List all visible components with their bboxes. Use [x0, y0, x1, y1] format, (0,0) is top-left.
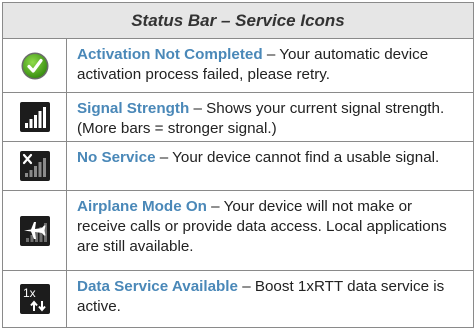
service-icons-table: Status Bar – Service Icons Activation No…: [2, 2, 474, 328]
icon-cell: 1x: [3, 271, 67, 327]
row-term: Airplane Mode On: [77, 198, 207, 215]
row-separator: –: [262, 46, 280, 63]
icon-cell: [3, 93, 67, 141]
row-separator: –: [189, 100, 207, 117]
icon-cell: [3, 142, 67, 190]
data-service-icon-label: 1x: [23, 286, 36, 300]
row-description: No Service – Your device cannot find a u…: [67, 142, 473, 190]
table-row: Signal Strength – Shows your current sig…: [3, 93, 473, 142]
row-term: No Service: [77, 149, 156, 166]
icon-cell: [3, 191, 67, 270]
row-description: Airplane Mode On – Your device will not …: [67, 191, 473, 270]
row-term: Signal Strength: [77, 100, 190, 117]
row-term: Data Service Available: [77, 278, 238, 295]
signal-strength-icon: [19, 102, 50, 132]
activation-check-icon: [21, 52, 48, 79]
row-description: Signal Strength – Shows your current sig…: [67, 93, 473, 141]
row-separator: –: [237, 278, 255, 295]
table-row: Activation Not Completed – Your automati…: [3, 39, 473, 93]
table-header: Status Bar – Service Icons: [3, 3, 473, 39]
table-row: 1x Data Service Available – Boost 1xRTT …: [3, 271, 473, 327]
icon-cell: [3, 39, 67, 92]
row-description: Data Service Available – Boost 1xRTT dat…: [67, 271, 473, 327]
data-service-icon: 1x: [19, 284, 50, 314]
airplane-mode-icon: [19, 215, 50, 246]
table-row: No Service – Your device cannot find a u…: [3, 142, 473, 191]
table-row: Airplane Mode On – Your device will not …: [3, 191, 473, 271]
row-description: Activation Not Completed – Your automati…: [67, 39, 473, 92]
row-term: Activation Not Completed: [77, 46, 263, 63]
no-service-icon: [19, 151, 50, 181]
table-title: Status Bar – Service Icons: [131, 10, 345, 30]
row-separator: –: [155, 149, 173, 166]
row-text: Your device cannot find a usable signal.: [172, 149, 440, 166]
row-separator: –: [206, 198, 224, 215]
